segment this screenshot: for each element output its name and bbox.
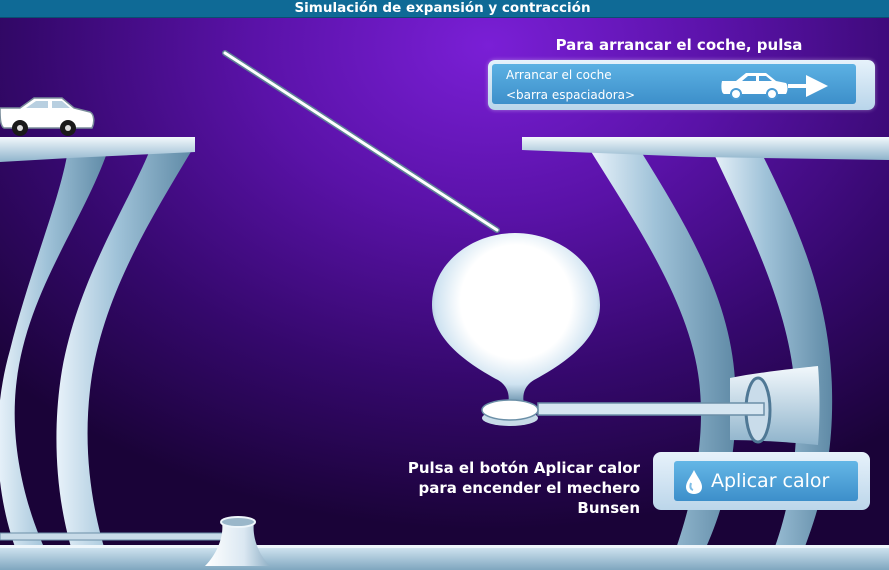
apply-heat-instruction-line-1: Pulsa el botón Aplicar calor xyxy=(407,459,640,477)
start-car-panel: Arrancar el coche <barra espaciadora> xyxy=(488,60,875,110)
flame-drop-icon xyxy=(686,470,702,494)
glass-rod-highlight xyxy=(223,51,499,232)
apply-heat-label: Aplicar calor xyxy=(711,470,830,492)
spacebar-hint: <barra espaciadora> xyxy=(506,88,636,102)
start-car-instruction: Para arrancar el coche, pulsa xyxy=(555,36,803,54)
apply-heat-button[interactable]: Aplicar calor xyxy=(674,461,858,501)
start-car-label: Arrancar el coche xyxy=(506,68,612,82)
bunsen-burner xyxy=(205,516,270,566)
car-arrow-icon xyxy=(721,73,828,100)
title-bar: Simulación de expansión y contracción xyxy=(0,0,889,18)
apply-heat-instruction-line-3: Bunsen xyxy=(577,499,640,517)
floor xyxy=(0,545,889,570)
apply-heat-panel: Aplicar calor xyxy=(653,452,870,510)
start-car-button[interactable]: Arrancar el coche <barra espaciadora> xyxy=(492,64,856,104)
left-bridge xyxy=(0,137,195,567)
right-bridge-deck xyxy=(522,137,889,160)
floor-edge xyxy=(0,545,889,548)
car xyxy=(0,97,95,136)
gas-bulb xyxy=(432,233,600,405)
right-arrow-icon xyxy=(788,75,828,97)
gas-pipe xyxy=(0,532,226,541)
apply-heat-instruction: Pulsa el botón Aplicar calor para encend… xyxy=(400,458,640,518)
simulation-stage: Simulación de expansión y contracción Pa… xyxy=(0,0,889,570)
car-icon xyxy=(721,73,788,100)
apply-heat-instruction-line-2: para encender el mechero xyxy=(418,479,640,497)
app-title: Simulación de expansión y contracción xyxy=(294,0,591,16)
